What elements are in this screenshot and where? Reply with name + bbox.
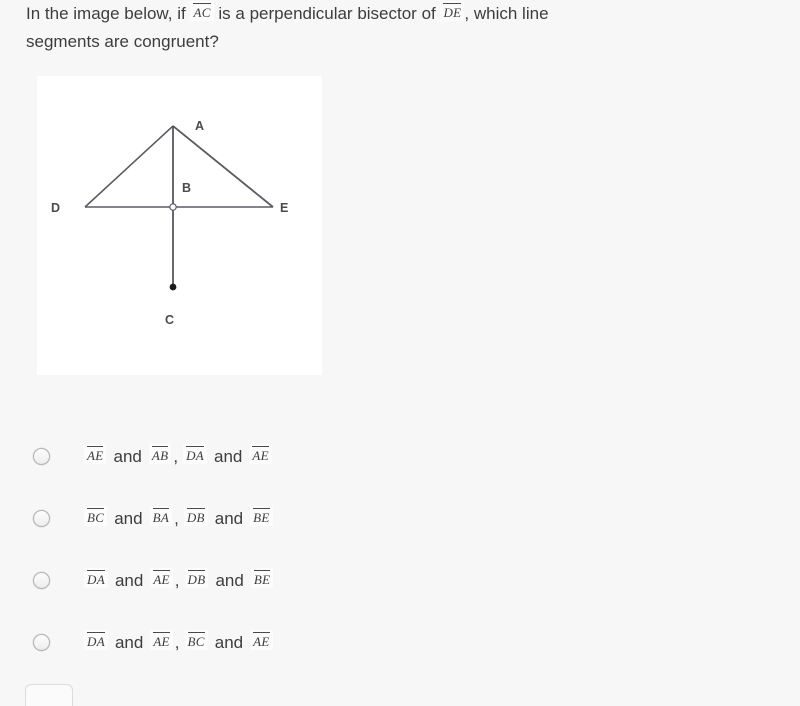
segment-notation-ae: AE xyxy=(150,630,173,650)
question-text-part-2: is a perpendicular bisector of xyxy=(218,4,436,23)
question-text-part-3: , which line xyxy=(464,4,549,23)
answer-option-4[interactable]: DA and AE, BC and AE xyxy=(0,618,800,680)
segment-notation-ae: AE xyxy=(250,630,273,650)
point-label-a: A xyxy=(195,119,204,133)
submit-button[interactable] xyxy=(25,684,73,706)
segment-label: BA xyxy=(152,510,170,525)
answer-options-list: AE and AB, DA and AE BC and BA, DB and BE DA and AE,… xyxy=(0,432,800,680)
segment-notation-ba: BA xyxy=(149,506,173,526)
comma-separator: , xyxy=(174,509,179,528)
segment-label: BC xyxy=(87,510,105,525)
segment-label: AE xyxy=(153,634,170,649)
radio-button-2[interactable] xyxy=(33,510,50,527)
segment-notation-da: DA xyxy=(183,444,208,464)
question-text-part-1: In the image below, if xyxy=(26,4,186,23)
overbar xyxy=(153,570,170,571)
answer-option-2[interactable]: BC and BA, DB and BE xyxy=(0,494,800,556)
overbar xyxy=(253,632,270,633)
segment-notation-de: DE xyxy=(440,1,465,21)
radio-button-4[interactable] xyxy=(33,634,50,651)
point-label-d: D xyxy=(51,201,60,215)
segment-label: DA xyxy=(186,448,205,463)
overbar xyxy=(253,508,270,509)
overbar xyxy=(252,446,269,447)
segment-notation-ac: AC xyxy=(190,1,214,21)
answer-option-2-text: BC and BA, DB and BE xyxy=(82,506,275,532)
segment-label: DB xyxy=(187,572,206,587)
segment-label: AC xyxy=(193,5,211,20)
conjunction-word: and xyxy=(214,447,243,466)
segment-notation-ae: AE xyxy=(150,568,173,588)
segment-notation-be: BE xyxy=(250,506,273,526)
segment-notation-da: DA xyxy=(84,630,108,650)
comma-separator: , xyxy=(174,571,180,590)
overbar xyxy=(87,632,105,633)
conjunction-word: and xyxy=(114,571,144,590)
overbar xyxy=(151,446,169,447)
segment-da xyxy=(84,125,174,208)
conjunction-word: and xyxy=(215,571,244,590)
answer-option-3-text: DA and AE, DB and BE xyxy=(82,568,275,594)
conjunction-word: and xyxy=(214,633,244,652)
segment-label: BE xyxy=(253,572,271,587)
radio-button-3[interactable] xyxy=(33,572,50,589)
segment-notation-be: BE xyxy=(250,568,274,588)
question-line-2: segments are congruent? xyxy=(26,32,219,51)
point-label-b: B xyxy=(182,181,191,195)
segment-label: AE xyxy=(87,448,104,463)
segment-notation-bc: BC xyxy=(184,630,208,650)
geometry-figure-panel: A B C D E xyxy=(37,76,322,375)
segment-notation-ae: AE xyxy=(84,444,107,464)
question-line-1: In the image below, if AC is a perpendic… xyxy=(26,0,774,28)
comma-separator: , xyxy=(173,447,179,466)
overbar xyxy=(443,3,462,4)
segment-notation-bc: BC xyxy=(84,506,108,526)
point-label-e: E xyxy=(280,201,288,215)
overbar xyxy=(186,446,205,447)
overbar xyxy=(187,570,206,571)
segment-label: DA xyxy=(87,572,105,587)
segment-notation-ab: AB xyxy=(148,444,172,464)
point-b-marker xyxy=(169,203,177,211)
answer-option-1[interactable]: AE and AB, DA and AE xyxy=(0,432,800,494)
overbar xyxy=(87,570,105,571)
segment-label: DA xyxy=(87,634,105,649)
overbar xyxy=(193,3,211,4)
overbar xyxy=(87,446,104,447)
conjunction-word: and xyxy=(114,633,144,652)
segment-label: BC xyxy=(187,634,205,649)
point-label-c: C xyxy=(165,313,174,327)
conjunction-word: and xyxy=(214,509,244,528)
overbar xyxy=(87,508,105,509)
answer-option-4-text: DA and AE, BC and AE xyxy=(82,630,275,656)
segment-notation-db: DB xyxy=(184,568,209,588)
overbar xyxy=(152,508,170,509)
comma-separator: , xyxy=(174,633,180,652)
overbar xyxy=(186,508,205,509)
segment-label: AE xyxy=(253,634,270,649)
answer-option-1-text: AE and AB, DA and AE xyxy=(82,444,274,470)
conjunction-word: and xyxy=(113,447,142,466)
geometry-diagram: A B C D E xyxy=(51,119,288,327)
segment-label: DE xyxy=(443,5,462,20)
radio-button-1[interactable] xyxy=(33,448,50,465)
overbar xyxy=(253,570,271,571)
segment-label: AB xyxy=(151,448,169,463)
segment-notation-da: DA xyxy=(84,568,108,588)
answer-option-3[interactable]: DA and AE, DB and BE xyxy=(0,556,800,618)
conjunction-word: and xyxy=(114,509,143,528)
point-c-marker xyxy=(169,283,177,291)
segment-label: AE xyxy=(252,448,269,463)
segment-label: BE xyxy=(253,510,270,525)
segment-notation-ae: AE xyxy=(249,444,272,464)
segment-notation-db: DB xyxy=(183,506,208,526)
overbar xyxy=(153,632,170,633)
question-stem: In the image below, if AC is a perpendic… xyxy=(26,0,774,56)
segment-label: DB xyxy=(186,510,205,525)
segment-label: AE xyxy=(153,572,170,587)
overbar xyxy=(187,632,205,633)
